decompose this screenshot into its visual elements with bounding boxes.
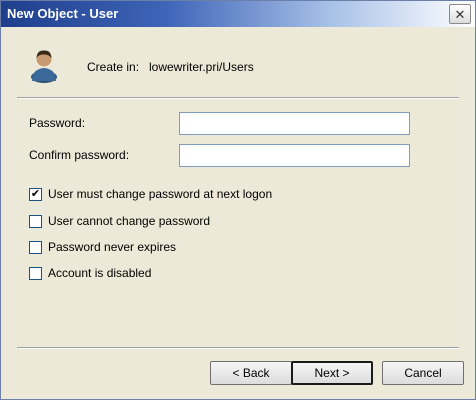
checkbox-password-never-expires[interactable] — [29, 240, 42, 254]
next-button[interactable]: Next > — [291, 361, 373, 385]
checkbox-must-change-password[interactable]: ✔ — [29, 187, 42, 201]
confirm-password-label: Confirm password: — [29, 148, 130, 162]
user-icon — [31, 50, 57, 83]
checkbox-cannot-change-password[interactable] — [29, 214, 42, 228]
confirm-password-field[interactable] — [179, 144, 410, 167]
password-field[interactable] — [179, 112, 410, 135]
create-in-label: Create in: — [87, 60, 140, 74]
cancel-button[interactable]: Cancel — [382, 361, 464, 385]
separator-top — [17, 97, 459, 99]
must-change-password-label: User must change password at next logon — [48, 187, 273, 201]
separator-bottom — [17, 347, 459, 349]
create-in-path: lowewriter.pri/Users — [149, 60, 254, 74]
checkbox-row-must-change[interactable]: ✔ User must change password at next logo… — [29, 186, 272, 202]
checkbox-row-disabled[interactable]: Account is disabled — [29, 265, 151, 281]
account-disabled-label: Account is disabled — [48, 266, 152, 280]
password-never-expires-label: Password never expires — [48, 240, 177, 254]
back-button[interactable]: < Back — [210, 361, 292, 385]
cannot-change-password-label: User cannot change password — [48, 214, 211, 228]
new-object-user-dialog: New Object - User ✕ Create in: lowewrite… — [0, 0, 476, 400]
checkbox-account-disabled[interactable] — [29, 266, 42, 280]
checkbox-row-cannot-change[interactable]: User cannot change password — [29, 213, 210, 229]
close-icon: ✕ — [454, 7, 466, 22]
title-bar[interactable]: New Object - User ✕ — [1, 1, 475, 27]
checkbox-row-never-expires[interactable]: Password never expires — [29, 239, 176, 255]
password-label: Password: — [29, 116, 86, 130]
dialog-body: Create in: lowewriter.pri/Users Password… — [1, 27, 475, 399]
close-button[interactable]: ✕ — [449, 4, 471, 24]
window-title: New Object - User — [7, 6, 119, 21]
